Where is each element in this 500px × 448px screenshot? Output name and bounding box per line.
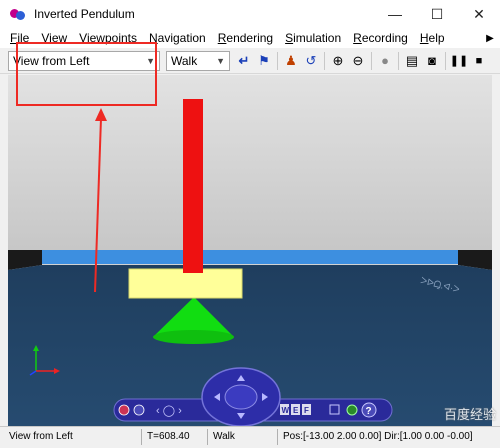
annotation-arrow: [94, 117, 102, 293]
status-position: Pos:[-13.00 2.00 0.00] Dir:[1.00 0.00 -0…: [283, 431, 473, 442]
annotation-arrow-layer: [94, 108, 107, 293]
status-viewpoint: View from Left: [6, 429, 142, 445]
status-time: T=608.40: [144, 429, 208, 445]
status-bar: View from Left T=608.40 Walk Pos:[-13.00…: [0, 426, 500, 448]
watermark: 百度经验: [443, 407, 496, 422]
status-mode: Walk: [210, 429, 278, 445]
